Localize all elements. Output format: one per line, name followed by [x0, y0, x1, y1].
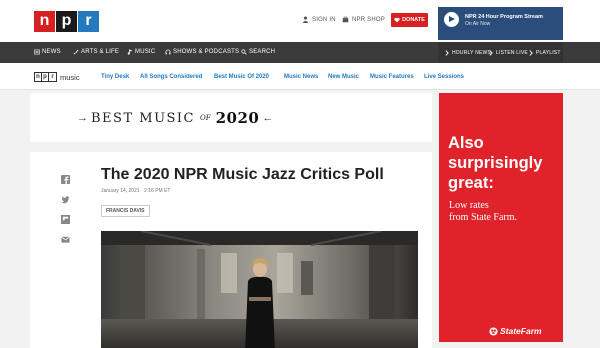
music-logo-word: music [60, 72, 80, 82]
nav-music-label: MUSIC [135, 49, 156, 55]
npr-music-logo[interactable]: n p r music [34, 72, 80, 82]
state-farm-logo: StateFarm [489, 326, 542, 336]
headphones-icon [165, 49, 171, 55]
state-farm-wordmark: StateFarm [500, 326, 542, 336]
news-icon [34, 49, 40, 55]
ad-subline-2: from State Farm. [449, 212, 518, 223]
music-logo-letter-n: n [35, 73, 42, 81]
ad-headline: Also surprisingly great: [448, 134, 543, 192]
playlist-label: PLAYLIST [536, 50, 561, 56]
article-title: The 2020 NPR Music Jazz Critics Poll [101, 166, 384, 183]
listen-live-link[interactable]: LISTEN LIVE [488, 50, 528, 56]
npr-music-logo-box: n p r [34, 72, 57, 82]
music-subnav: n p r music Tiny Desk All Songs Consider… [0, 63, 600, 90]
chevron-right-icon [489, 50, 493, 56]
logo-letter-r: r [78, 11, 99, 32]
chevron-right-icon [529, 50, 533, 56]
banner-year: 2020 [215, 109, 260, 127]
arrow-left-deco-icon: ← [262, 112, 274, 124]
music-note-icon [127, 49, 132, 55]
stream-nav: HOURLY NEWS LISTEN LIVE PLAYLIST [438, 42, 563, 63]
heart-icon [394, 17, 400, 23]
author-byline[interactable]: FRANCIS DAVIS [101, 205, 150, 217]
banner-lockup: → BEST MUSIC OF 2020 ← [77, 109, 273, 127]
article-card: The 2020 NPR Music Jazz Critics Poll Jan… [30, 152, 432, 348]
article-photo [101, 231, 418, 348]
subnav-music-news[interactable]: Music News [284, 74, 318, 80]
state-farm-ovals-icon [489, 326, 498, 336]
nav-arts-life[interactable]: ARTS & LIFE [73, 49, 119, 55]
ad-subline-1: Low rates [449, 200, 489, 211]
logo-letter-p: p [56, 11, 77, 32]
top-header: n p r SIGN IN NPR SHOP DONATE NPR 24 Hou… [0, 0, 600, 42]
logo-letter-n: n [34, 11, 55, 32]
donate-label: DONATE [402, 17, 425, 23]
hourly-news-link[interactable]: HOURLY NEWS [444, 50, 491, 56]
hourly-news-label: HOURLY NEWS [452, 50, 491, 56]
nav-music[interactable]: MUSIC [127, 49, 155, 55]
brush-icon [73, 49, 79, 55]
shop-icon [342, 16, 349, 23]
play-icon[interactable] [444, 12, 459, 27]
best-music-banner[interactable]: → BEST MUSIC OF 2020 ← [30, 93, 432, 142]
nav-shows-podcasts-label: SHOWS & PODCASTS [173, 49, 240, 55]
twitter-icon[interactable] [61, 195, 70, 204]
stream-title: NPR 24 Hour Program Stream [465, 14, 543, 20]
state-farm-ad[interactable]: Also surprisingly great: Low rates from … [439, 93, 563, 342]
arrow-right-deco-icon: → [77, 112, 88, 124]
subnav-music-features[interactable]: Music Features [370, 74, 414, 80]
subnav-best-music-2020[interactable]: Best Music Of 2020 [214, 74, 269, 80]
email-icon[interactable] [61, 235, 70, 244]
subnav-new-music[interactable]: New Music [328, 74, 359, 80]
playlist-link[interactable]: PLAYLIST [528, 50, 561, 56]
subnav-live-sessions[interactable]: Live Sessions [424, 74, 464, 80]
nav-shows-podcasts[interactable]: SHOWS & PODCASTS [165, 49, 239, 55]
flipboard-icon[interactable] [61, 215, 70, 224]
nav-news[interactable]: NEWS [34, 49, 61, 55]
facebook-icon[interactable] [61, 175, 70, 184]
subnav-all-songs-considered[interactable]: All Songs Considered [140, 74, 202, 80]
donate-button[interactable]: DONATE [391, 13, 428, 27]
sign-in-link[interactable]: SIGN IN [302, 16, 336, 23]
warehouse-portrait-image [101, 231, 418, 348]
music-logo-letter-r: r [51, 74, 54, 80]
user-icon [302, 16, 309, 23]
nav-arts-life-label: ARTS & LIFE [81, 49, 120, 55]
stream-status: On Air Now [465, 21, 491, 27]
listen-live-label: LISTEN LIVE [496, 50, 528, 56]
banner-best-music: BEST MUSIC [91, 110, 196, 126]
search-icon [241, 49, 247, 55]
music-logo-letter-p: p [42, 73, 49, 81]
nav-search[interactable]: SEARCH [241, 49, 275, 55]
program-stream-widget[interactable]: NPR 24 Hour Program Stream On Air Now [438, 7, 563, 40]
chevron-right-icon [445, 50, 449, 56]
subnav-tiny-desk[interactable]: Tiny Desk [101, 74, 129, 80]
article-dateline: January 14, 2021 · 2:16 PM ET [101, 188, 171, 194]
sign-in-label: SIGN IN [312, 16, 336, 23]
npr-logo[interactable]: n p r [34, 11, 99, 32]
nav-search-label: SEARCH [249, 49, 276, 55]
npr-shop-label: NPR SHOP [352, 16, 385, 23]
npr-shop-link[interactable]: NPR SHOP [342, 16, 385, 23]
nav-news-label: NEWS [42, 49, 61, 55]
banner-of: OF [200, 114, 211, 122]
